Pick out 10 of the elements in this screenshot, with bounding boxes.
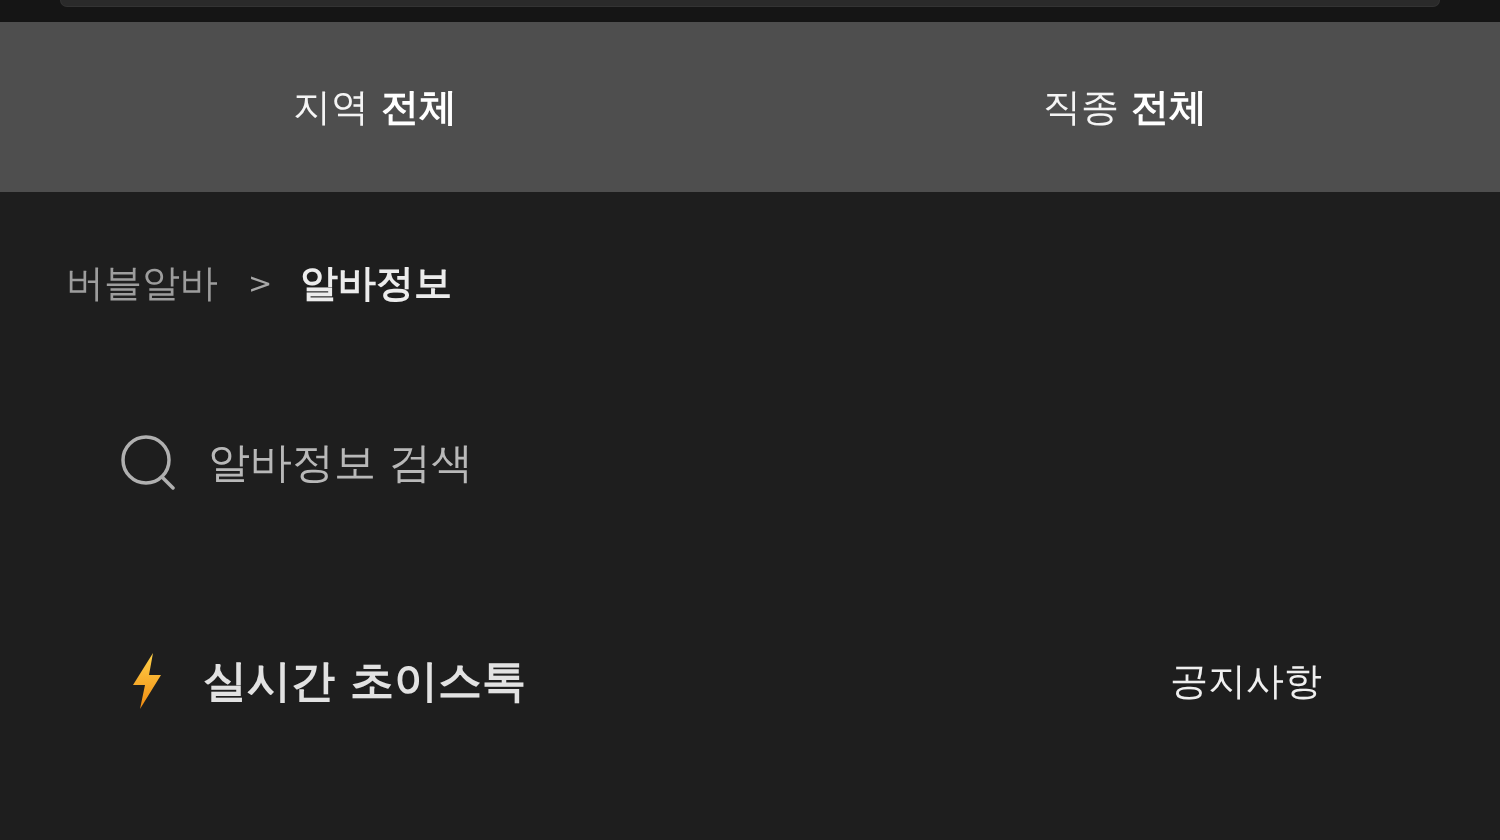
breadcrumb-link[interactable]: 알바정보 — [300, 258, 453, 308]
filter-button[interactable]: 직종 전체 — [750, 22, 1500, 192]
notice-link[interactable]: 공지사항 — [1170, 655, 1322, 707]
section-title: 실시간 초이스톡 — [203, 653, 528, 708]
search-icon — [120, 434, 176, 490]
search-field[interactable]: 알바정보 검색 — [208, 432, 1404, 492]
lightning-icon — [133, 653, 161, 709]
breadcrumb-separator: > — [248, 265, 273, 302]
breadcrumb-link[interactable]: 버블알바 — [66, 258, 218, 308]
filter-button[interactable]: 지역 전체 — [0, 22, 750, 192]
